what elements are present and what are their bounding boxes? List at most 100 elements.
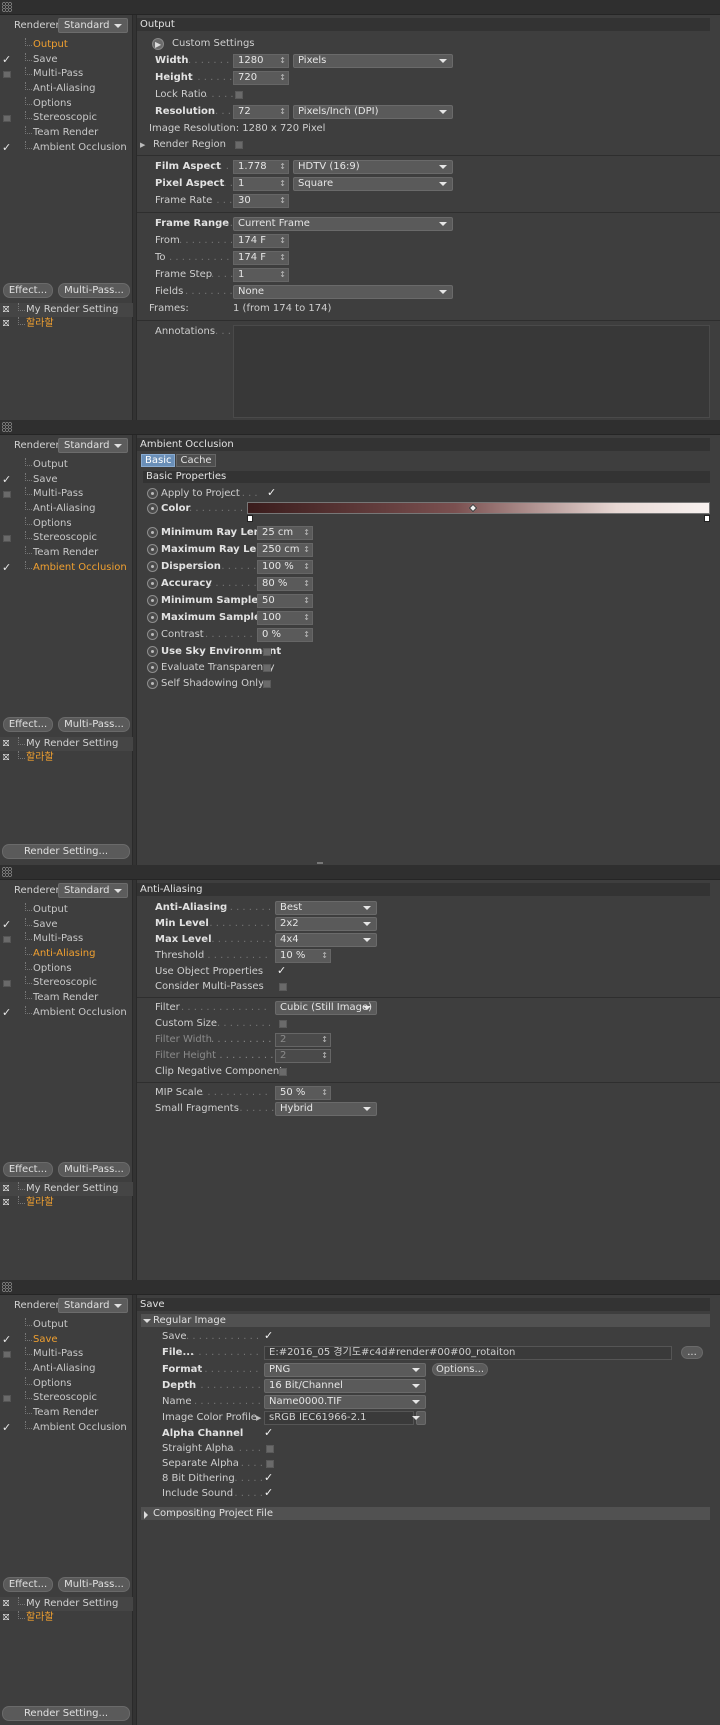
name-select[interactable]: Name0000.TIF: [264, 1395, 426, 1409]
renderer-select[interactable]: Standard: [58, 1298, 128, 1313]
tree-item-multipass[interactable]: Multi-Pass: [0, 932, 133, 947]
custom-size-checkbox[interactable]: [279, 1020, 287, 1028]
animate-icon[interactable]: [147, 646, 158, 657]
effect-button[interactable]: Effect...: [3, 717, 53, 732]
tree-item-antialiasing[interactable]: Anti-Aliasing: [0, 1362, 133, 1377]
animate-icon[interactable]: [147, 503, 158, 514]
animate-icon[interactable]: [147, 612, 158, 623]
color-gradient[interactable]: [247, 502, 710, 514]
frame-rate-input[interactable]: 30: [233, 194, 289, 208]
fields-select[interactable]: None: [233, 285, 453, 299]
animate-icon[interactable]: [147, 629, 158, 640]
color-profile-field[interactable]: sRGB IEC61966-2.1: [264, 1411, 414, 1425]
pixel-aspect-select[interactable]: Square: [293, 177, 453, 191]
check-icon[interactable]: ✓: [2, 141, 12, 156]
tree-item-team-render[interactable]: Team Render: [0, 991, 133, 1006]
check-icon[interactable]: ✓: [2, 918, 12, 933]
frame-step-input[interactable]: 1: [233, 268, 289, 282]
animate-icon[interactable]: [147, 678, 158, 689]
render-setting-button[interactable]: Render Setting...: [2, 844, 130, 859]
tree-item-ambient-occlusion[interactable]: ✓ Ambient Occlusion: [0, 1005, 133, 1021]
gradient-knob-left[interactable]: [247, 515, 253, 522]
file-path-field[interactable]: E:#2016_05 경기도#c4d#render#00#00_rotaiton: [264, 1346, 672, 1360]
panel-grip[interactable]: [0, 0, 720, 15]
gradient-knob-right[interactable]: [704, 515, 710, 522]
tree-item-team-render[interactable]: Team Render: [0, 126, 133, 141]
animate-icon[interactable]: [147, 595, 158, 606]
tab-basic[interactable]: Basic: [141, 454, 176, 467]
small-fragments-select[interactable]: Hybrid: [275, 1102, 377, 1116]
tree-item-save[interactable]: ✓ Save: [0, 52, 133, 68]
tree-item-stereoscopic[interactable]: Stereoscopic: [0, 976, 133, 991]
lock-ratio-checkbox[interactable]: [235, 91, 243, 99]
effect-button[interactable]: Effect...: [3, 283, 53, 298]
tab-cache[interactable]: Cache: [176, 454, 216, 467]
tree-item-output[interactable]: Output: [0, 1318, 133, 1333]
accuracy-input[interactable]: 80 %: [257, 577, 313, 591]
min-ray-input[interactable]: 25 cm: [257, 526, 313, 540]
multipass-button[interactable]: Multi-Pass...: [58, 1162, 130, 1177]
frame-range-select[interactable]: Current Frame: [233, 217, 453, 231]
check-icon[interactable]: ✓: [2, 1421, 12, 1436]
render-setting-item-active[interactable]: ⛝ 할라할: [0, 1611, 133, 1625]
render-setting-item-active[interactable]: ⛝ 할라할: [0, 1196, 133, 1210]
regular-image-group[interactable]: Regular Image: [141, 1314, 710, 1327]
render-setting-item-active[interactable]: ⛝ 할라할: [0, 751, 133, 765]
width-unit-select[interactable]: Pixels: [293, 54, 453, 68]
render-setting-item-active[interactable]: ⛝ 할라할: [0, 317, 133, 331]
checkbox[interactable]: [3, 491, 11, 499]
animate-icon[interactable]: [147, 527, 158, 538]
tree-item-save[interactable]: ✓ Save: [0, 917, 133, 933]
format-options-button[interactable]: Options...: [432, 1363, 488, 1376]
tree-item-options[interactable]: Options: [0, 961, 133, 977]
height-input[interactable]: 720: [233, 71, 289, 85]
gradient-midpoint-icon[interactable]: [468, 503, 478, 513]
panel-grip[interactable]: [0, 1280, 720, 1295]
expand-arrow-icon[interactable]: ▶: [140, 138, 145, 152]
straight-alpha-checkbox[interactable]: [266, 1445, 274, 1453]
consider-multipasses-checkbox[interactable]: [279, 983, 287, 991]
tree-item-stereoscopic[interactable]: Stereoscopic: [0, 531, 133, 546]
apply-checkbox[interactable]: ✓: [267, 486, 277, 499]
multipass-button[interactable]: Multi-Pass...: [58, 283, 130, 298]
dispersion-input[interactable]: 100 %: [257, 560, 313, 574]
eval-transparency-checkbox[interactable]: [263, 664, 271, 672]
checkbox[interactable]: [3, 936, 11, 944]
checkbox[interactable]: [3, 535, 11, 543]
format-select[interactable]: PNG: [264, 1363, 426, 1377]
multipass-button[interactable]: Multi-Pass...: [58, 1577, 130, 1592]
contrast-input[interactable]: 0 %: [257, 628, 313, 642]
render-setting-item[interactable]: ⛝ My Render Setting: [0, 303, 133, 317]
film-aspect-input[interactable]: 1.778: [233, 160, 289, 174]
checkbox[interactable]: [3, 1351, 11, 1359]
tree-item-multipass[interactable]: Multi-Pass: [0, 67, 133, 82]
renderer-select[interactable]: Standard: [58, 438, 128, 453]
animate-icon[interactable]: [147, 544, 158, 555]
tree-item-stereoscopic[interactable]: Stereoscopic: [0, 1391, 133, 1406]
animate-icon[interactable]: [147, 561, 158, 572]
max-level-select[interactable]: 4x4: [275, 933, 377, 947]
include-sound-checkbox[interactable]: ✓: [264, 1486, 274, 1499]
alpha-channel-checkbox[interactable]: ✓: [264, 1426, 274, 1439]
renderer-select[interactable]: Standard: [58, 18, 128, 33]
animate-icon[interactable]: [147, 578, 158, 589]
min-samples-input[interactable]: 50: [257, 594, 313, 608]
tree-item-ambient-occlusion[interactable]: ✓ Ambient Occlusion: [0, 140, 133, 156]
render-setting-item[interactable]: ⛝ My Render Setting: [0, 737, 133, 751]
max-samples-input[interactable]: 100: [257, 611, 313, 625]
min-level-select[interactable]: 2x2: [275, 917, 377, 931]
checkbox[interactable]: [3, 71, 11, 79]
expand-arrow-icon[interactable]: ▶: [256, 1411, 261, 1425]
annotations-textarea[interactable]: [233, 325, 710, 418]
file-browse-button[interactable]: ...: [681, 1346, 703, 1359]
tree-item-ambient-occlusion[interactable]: ✓ Ambient Occlusion: [0, 1420, 133, 1436]
panel-grip[interactable]: [0, 865, 720, 880]
check-icon[interactable]: ✓: [2, 561, 12, 576]
resolution-input[interactable]: 72: [233, 105, 289, 119]
width-input[interactable]: 1280: [233, 54, 289, 68]
depth-select[interactable]: 16 Bit/Channel: [264, 1379, 426, 1393]
compositing-project-file-group[interactable]: Compositing Project File: [141, 1507, 710, 1520]
from-input[interactable]: 174 F: [233, 234, 289, 248]
tree-item-multipass[interactable]: Multi-Pass: [0, 1347, 133, 1362]
tree-item-options[interactable]: Options: [0, 516, 133, 532]
